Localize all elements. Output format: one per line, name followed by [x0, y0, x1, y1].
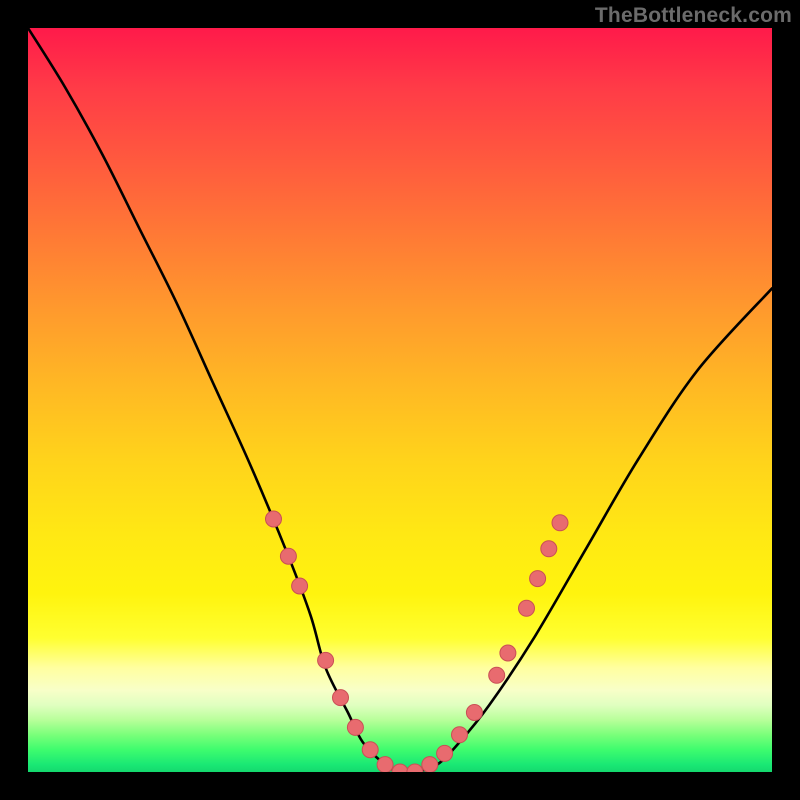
marker-point	[437, 745, 453, 761]
marker-point	[519, 600, 535, 616]
marker-point	[392, 764, 408, 772]
marker-point	[333, 690, 349, 706]
marker-point	[318, 652, 334, 668]
marker-point	[347, 719, 363, 735]
marker-point	[466, 705, 482, 721]
marker-point	[280, 548, 296, 564]
marker-point	[422, 757, 438, 772]
highlighted-points	[266, 511, 569, 772]
marker-point	[292, 578, 308, 594]
marker-point	[362, 742, 378, 758]
marker-point	[377, 757, 393, 772]
marker-point	[530, 571, 546, 587]
marker-point	[407, 764, 423, 772]
marker-point	[552, 515, 568, 531]
marker-point	[452, 727, 468, 743]
marker-point	[266, 511, 282, 527]
chart-frame: TheBottleneck.com	[0, 0, 800, 800]
marker-point	[541, 541, 557, 557]
marker-point	[489, 667, 505, 683]
marker-point	[500, 645, 516, 661]
chart-svg	[28, 28, 772, 772]
watermark-label: TheBottleneck.com	[595, 4, 792, 28]
bottleneck-curve	[28, 28, 772, 772]
plot-area	[28, 28, 772, 772]
